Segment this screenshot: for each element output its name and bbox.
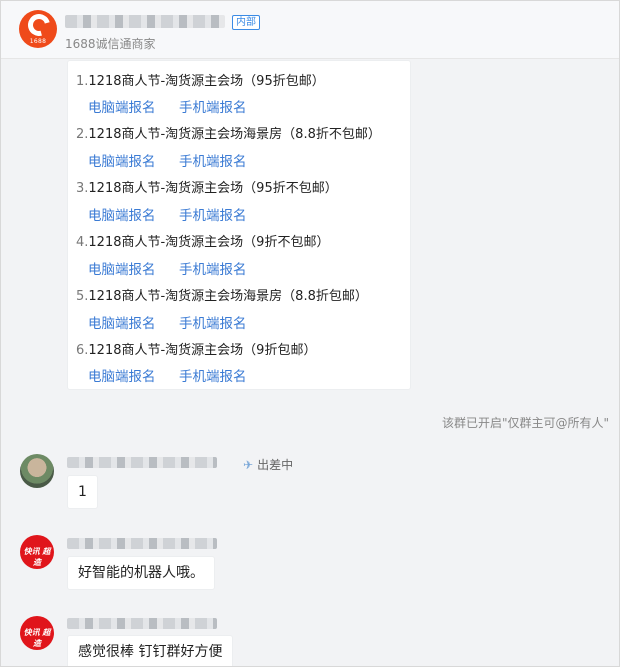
- chat-window: 1688 内部 1688诚信通商家 1.1218商人节-淘货源主会场（95折包邮…: [0, 0, 620, 667]
- group-subtitle: 1688诚信通商家: [65, 37, 156, 51]
- list-item: 3.1218商人节-淘货源主会场（95折不包邮）: [76, 181, 338, 196]
- mobile-register-link[interactable]: 手机端报名: [179, 312, 247, 332]
- message-bubble[interactable]: 好智能的机器人哦。: [67, 556, 215, 590]
- user-avatar[interactable]: 快讯 超造: [20, 616, 54, 650]
- user-status: ✈ 出差中: [243, 458, 294, 472]
- list-item: 4.1218商人节-淘货源主会场（9折不包邮）: [76, 235, 330, 250]
- pc-register-link[interactable]: 电脑端报名: [88, 150, 156, 170]
- list-item: 1.1218商人节-淘货源主会场（95折包邮）: [76, 74, 325, 89]
- message-bubble[interactable]: 感觉很棒 钉钉群好方便: [67, 635, 234, 666]
- group-name-blurred: [65, 15, 225, 28]
- group-avatar[interactable]: 1688: [19, 10, 57, 48]
- message-bubble[interactable]: 1: [67, 475, 98, 509]
- user-avatar[interactable]: [20, 454, 54, 488]
- mobile-register-link[interactable]: 手机端报名: [179, 204, 247, 224]
- sender-name-blurred: [67, 457, 217, 468]
- pc-register-link[interactable]: 电脑端报名: [88, 96, 156, 116]
- pc-register-link[interactable]: 电脑端报名: [88, 258, 156, 278]
- logo-swirl-icon: [23, 10, 55, 41]
- list-item: 6.1218商人节-淘货源主会场（9折包邮）: [76, 343, 317, 358]
- mobile-register-link[interactable]: 手机端报名: [179, 150, 247, 170]
- system-notice: 该群已开启"仅群主可@所有人": [441, 416, 609, 430]
- announcement-card: 1.1218商人节-淘货源主会场（95折包邮） 电脑端报名 手机端报名 2.12…: [67, 60, 411, 390]
- mobile-register-link[interactable]: 手机端报名: [179, 96, 247, 116]
- logo-text: 1688: [29, 38, 47, 45]
- list-item: 5.1218商人节-淘货源主会场海景房（8.8折包邮）: [76, 289, 368, 304]
- mobile-register-link[interactable]: 手机端报名: [179, 365, 247, 385]
- sender-name-blurred: [67, 538, 217, 549]
- sender-name-blurred: [67, 618, 217, 629]
- mobile-register-link[interactable]: 手机端报名: [179, 258, 247, 278]
- list-item: 2.1218商人节-淘货源主会场海景房（8.8折不包邮）: [76, 127, 381, 142]
- internal-tag: 内部: [232, 15, 260, 30]
- plane-icon: ✈: [243, 458, 254, 472]
- user-avatar[interactable]: 快讯 超造: [20, 535, 54, 569]
- pc-register-link[interactable]: 电脑端报名: [88, 365, 156, 385]
- pc-register-link[interactable]: 电脑端报名: [88, 204, 156, 224]
- pc-register-link[interactable]: 电脑端报名: [88, 312, 156, 332]
- group-header: 1688 内部 1688诚信通商家: [1, 1, 619, 59]
